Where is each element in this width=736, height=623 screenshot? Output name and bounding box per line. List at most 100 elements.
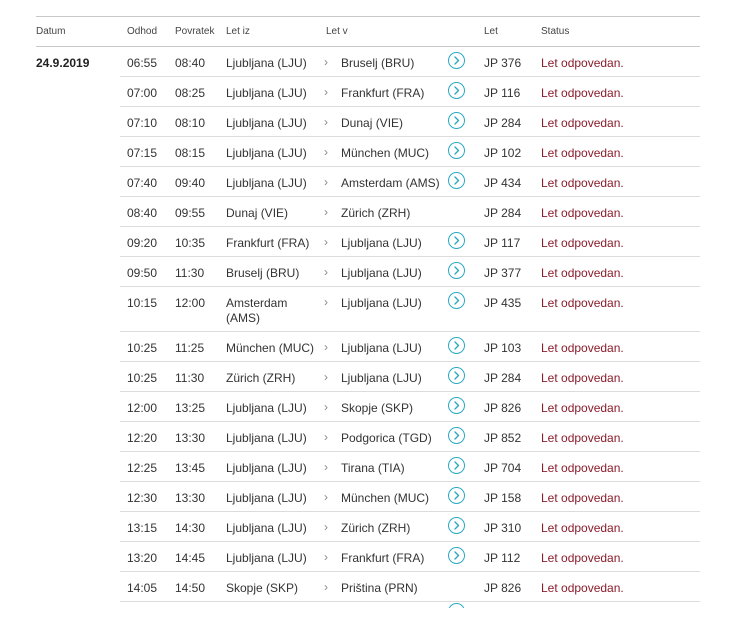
return-time: 13:25 [175,401,206,415]
origin-airport: Dunaj (VIE) [226,206,289,220]
departure-time: 10:25 [127,341,158,355]
departure-time: 06:55 [127,56,158,70]
return-time: 09:55 [175,206,206,220]
origin-airport: München (MUC) [226,341,315,355]
return-time: 08:10 [175,116,206,130]
departure-time: 10:25 [127,371,158,385]
destination-airport: Ljubljana (LJU) [341,236,422,250]
chevron-circle-right-icon[interactable] [448,457,465,474]
chevron-right-icon: › [324,265,328,279]
table-row: 08:40 09:55 Dunaj (VIE) › Zürich (ZRH) JP 284… [36,197,700,227]
flight-number: JP 435 [484,296,522,310]
flight-status: Let odpovedan. [541,431,624,445]
column-header-to: Let v [326,26,348,37]
chevron-circle-right-icon[interactable] [448,262,465,279]
origin-airport: Ljubljana (LJU) [226,176,307,190]
chevron-circle-right-icon[interactable] [448,603,465,608]
table-row: 09:20 10:35 Frankfurt (FRA) › Ljubljana (LJU… [36,227,700,257]
flight-number: JP 158 [484,491,522,505]
return-time: 08:25 [175,86,206,100]
table-row: 07:15 08:15 Ljubljana (LJU) › München (MUC) J… [36,137,700,167]
flight-status: Let odpovedan. [541,401,624,415]
table-body: 24.9.2019 06:55 08:40 Ljubljana (LJU) › Bruse… [36,47,700,602]
return-time: 08:15 [175,146,206,160]
table-row: 12:00 13:25 Ljubljana (LJU) › Skopje (SKP) JP… [36,392,700,422]
destination-airport: Zürich (ZRH) [341,521,411,535]
table-header: Datum Odhod Povratek Let iz Let v Let St… [36,17,700,47]
chevron-right-icon: › [324,460,328,474]
chevron-circle-right-icon[interactable] [448,367,465,384]
return-time: 11:30 [175,266,205,280]
departure-time: 08:40 [127,206,158,220]
flights-table: Datum Odhod Povratek Let iz Let v Let St… [36,16,700,623]
chevron-circle-right-icon[interactable] [448,397,465,414]
return-time: 13:30 [175,431,206,445]
return-time: 10:35 [175,236,206,250]
chevron-circle-right-icon[interactable] [448,172,465,189]
table-row: 10:25 11:25 München (MUC) › Ljubljana (LJU) J… [36,332,700,362]
departure-time: 13:15 [127,521,158,535]
flight-number: JP 704 [484,461,522,475]
flight-number: JP 116 [484,86,521,100]
departure-time: 07:15 [127,146,158,160]
destination-airport: Tirana (TIA) [341,461,405,475]
chevron-right-icon: › [324,205,328,219]
origin-airport: Ljubljana (LJU) [226,116,307,130]
chevron-circle-right-icon[interactable] [448,337,465,354]
flight-number: JP 284 [484,116,522,130]
table-row: 12:30 13:30 Ljubljana (LJU) › München (MUC) J… [36,482,700,512]
flight-number: JP 117 [484,236,521,250]
return-time: 14:50 [175,581,206,595]
return-time: 14:30 [175,521,206,535]
flight-status: Let odpovedan. [541,296,624,310]
chevron-circle-right-icon[interactable] [448,427,465,444]
chevron-circle-right-icon[interactable] [448,487,465,504]
table-row: 10:25 11:30 Zürich (ZRH) › Ljubljana (LJU) JP… [36,362,700,392]
flight-status: Let odpovedan. [541,266,624,280]
origin-airport: Ljubljana (LJU) [226,551,307,565]
chevron-circle-right-icon[interactable] [448,547,465,564]
chevron-circle-right-icon[interactable] [448,142,465,159]
flight-status: Let odpovedan. [541,371,624,385]
column-header-date: Datum [36,26,66,37]
flight-number: JP 284 [484,206,522,220]
destination-airport: Zürich (ZRH) [341,206,411,220]
chevron-right-icon: › [324,370,328,384]
chevron-right-icon: › [324,295,328,309]
origin-airport: Bruselj (BRU) [226,266,300,280]
departure-time: 12:25 [127,461,158,475]
origin-airport: Amsterdam (AMS) [226,296,288,325]
chevron-right-icon: › [324,235,328,249]
return-time: 13:30 [175,491,206,505]
chevron-right-icon: › [324,115,328,129]
origin-airport: Ljubljana (LJU) [226,461,307,475]
chevron-circle-right-icon[interactable] [448,112,465,129]
return-time: 14:45 [175,551,206,565]
flight-number: JP 102 [484,146,522,160]
flight-number: JP 310 [484,521,522,535]
departure-time: 09:20 [127,236,158,250]
return-time: 08:40 [175,56,206,70]
flight-status: Let odpovedan. [541,461,624,475]
destination-airport: Ljubljana (LJU) [341,296,422,310]
flight-status: Let odpovedan. [541,56,624,70]
origin-airport: Frankfurt (FRA) [226,236,310,250]
chevron-circle-right-icon[interactable] [448,517,465,534]
departure-time: 07:10 [127,116,158,130]
table-row: 24.9.2019 06:55 08:40 Ljubljana (LJU) › Bruse… [36,47,700,77]
chevron-circle-right-icon[interactable] [448,232,465,249]
chevron-right-icon: › [324,430,328,444]
flight-number: JP 434 [484,176,522,190]
chevron-circle-right-icon[interactable] [448,82,465,99]
chevron-right-icon: › [324,145,328,159]
departure-time: 07:40 [127,176,158,190]
table-row: 12:25 13:45 Ljubljana (LJU) › Tirana (TIA) JP… [36,452,700,482]
chevron-circle-right-icon[interactable] [448,52,465,69]
chevron-circle-right-icon[interactable] [448,292,465,309]
table-row: 12:20 13:30 Ljubljana (LJU) › Podgorica (TGD… [36,422,700,452]
origin-airport: Skopje (SKP) [226,581,299,595]
flight-status: Let odpovedan. [541,341,624,355]
column-header-from: Let iz [226,26,250,37]
chevron-right-icon: › [324,55,328,69]
chevron-right-icon: › [324,550,328,564]
